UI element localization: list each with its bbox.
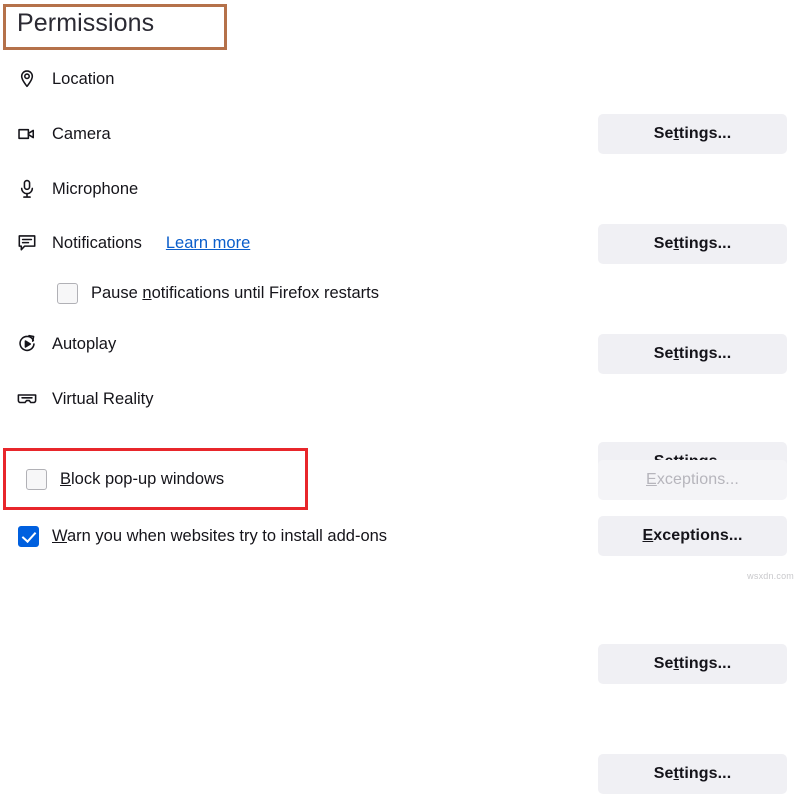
exceptions-button-addons[interactable]: Exceptions...	[598, 516, 787, 556]
pause-notifications-checkbox[interactable]	[57, 282, 78, 304]
camera-icon	[16, 123, 38, 145]
permission-label-notifications: Notifications	[52, 233, 142, 252]
vr-headset-icon	[16, 388, 38, 410]
exceptions-button-popups-label: Exceptions...	[646, 471, 739, 488]
permission-row-camera-left: Camera	[16, 112, 111, 156]
permission-row-microphone-left: Microphone	[16, 167, 138, 211]
permission-row-location-left: Location	[16, 57, 114, 101]
exceptions-button-popups[interactable]: Exceptions...	[598, 460, 787, 500]
permission-row-camera: Camera Settings...	[0, 112, 800, 264]
permission-row-location: Location Settings...	[0, 57, 800, 154]
location-pin-icon	[16, 68, 38, 90]
permission-label-location: Location	[52, 69, 115, 88]
pause-notifications-checkbox-row[interactable]: Pause notifications until Firefox restar…	[57, 278, 379, 308]
permission-row-notifications: Notifications Learn more Settings...	[0, 221, 800, 482]
permission-row-autoplay: Autoplay Settings...	[0, 322, 800, 684]
notification-bubble-icon	[16, 232, 38, 254]
settings-button-autoplay-label: Settings...	[653, 655, 732, 672]
microphone-icon	[16, 178, 38, 200]
warn-addons-checkbox-row[interactable]: Warn you when websites try to install ad…	[18, 521, 387, 551]
permission-row-virtual-reality-left: Virtual Reality	[16, 377, 154, 421]
permission-row-notifications-left: Notifications Learn more	[16, 221, 250, 265]
permission-row-virtual-reality: Virtual Reality Settings...	[0, 377, 800, 794]
watermark: wsxdn.com	[747, 571, 794, 581]
block-popups-label: Block pop-up windows	[60, 469, 225, 488]
permission-label-virtual-reality: Virtual Reality	[52, 389, 154, 408]
permission-label-camera: Camera	[52, 124, 111, 143]
permissions-settings-page: Permissions Location Settings... Camera	[0, 0, 800, 794]
permission-label-autoplay: Autoplay	[52, 334, 117, 353]
learn-more-link[interactable]: Learn more	[166, 235, 250, 252]
block-popups-checkbox[interactable]	[26, 468, 47, 490]
permission-label-microphone: Microphone	[52, 179, 139, 198]
page-title: Permissions	[17, 9, 155, 37]
settings-button-autoplay[interactable]: Settings...	[598, 644, 787, 684]
pause-notifications-label: Pause notifications until Firefox restar…	[91, 283, 379, 302]
autoplay-icon	[16, 333, 38, 355]
settings-button-virtual-reality[interactable]: Settings...	[598, 754, 787, 794]
block-popups-checkbox-row[interactable]: Block pop-up windows	[26, 464, 224, 494]
permission-row-autoplay-left: Autoplay	[16, 322, 116, 366]
exceptions-button-addons-label: Exceptions...	[642, 527, 743, 544]
warn-addons-label: Warn you when websites try to install ad…	[52, 526, 388, 545]
permission-row-microphone: Microphone Settings...	[0, 167, 800, 374]
settings-button-virtual-reality-label: Settings...	[653, 765, 732, 782]
warn-addons-checkbox[interactable]	[18, 525, 39, 547]
